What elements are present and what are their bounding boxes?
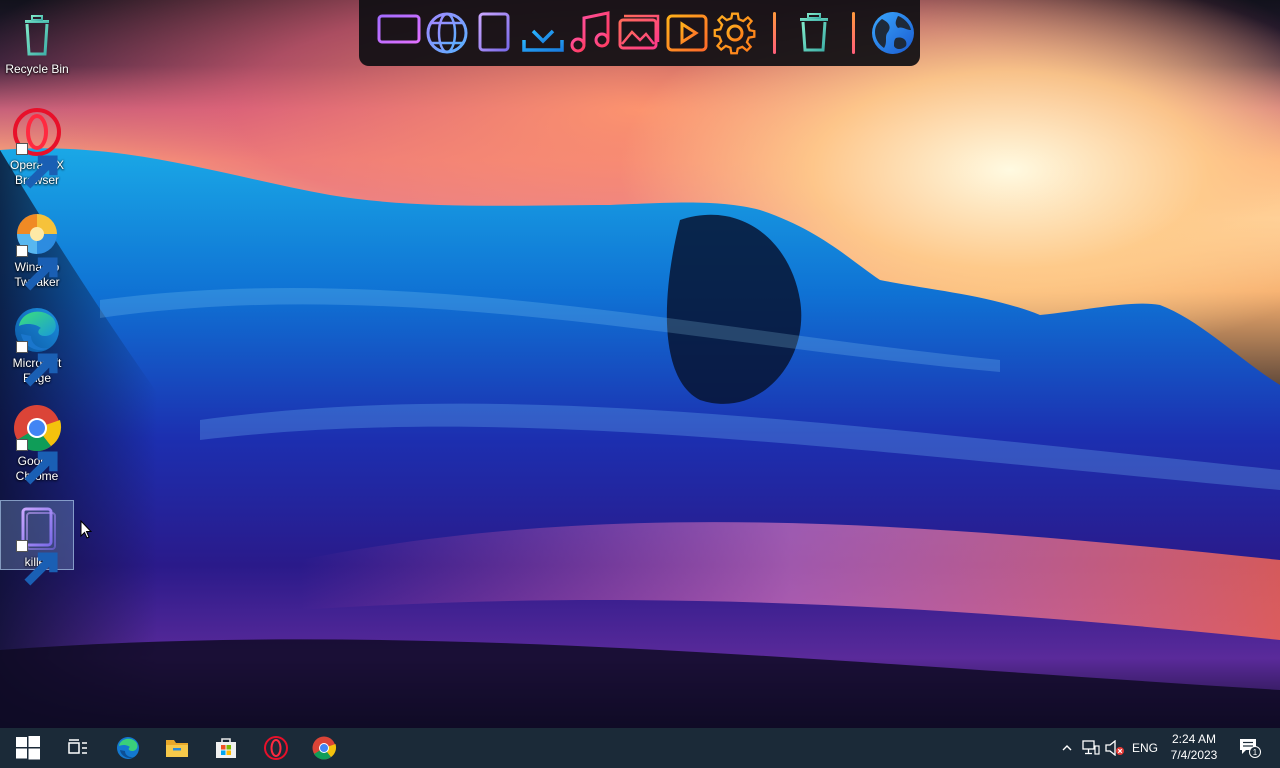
shortcut-arrow-icon [16,143,58,189]
wallpaper-wave [0,148,1280,728]
volume-button[interactable] [1104,728,1126,768]
recycle-bin-icon [11,10,63,62]
chrome-icon [312,736,337,760]
task-view-icon [68,739,87,754]
taskbar-opera[interactable] [252,728,300,768]
document-lines-icon [478,12,510,52]
task-view-button[interactable] [54,728,102,768]
clock-time: 2:24 AM [1171,732,1217,746]
gear-icon [713,12,756,55]
earth-icon [872,12,914,54]
input-language-indicator[interactable]: ENG [1128,728,1162,768]
taskbar: ENG 2:24 AM 7/4/2023 1 [0,728,1280,768]
dock-item-trash[interactable] [790,7,838,59]
opera-icon [264,736,288,760]
microsoft-store-icon [216,738,236,758]
taskbar-edge[interactable] [104,728,152,768]
shortcut-arrow-icon [16,341,58,387]
shortcut-arrow-icon [16,439,58,485]
desktop-icon-recycle-bin[interactable]: Recycle Bin [1,8,73,76]
desktop-icon-google-chrome[interactable]: Google Chrome [1,400,73,486]
desktop-icon-opera-gx[interactable]: Opera GX Browser [1,104,73,190]
network-button[interactable] [1080,728,1102,768]
clock[interactable]: 2:24 AM 7/4/2023 [1164,731,1224,763]
show-hidden-icons-button[interactable] [1058,728,1076,768]
dock-item-monitor[interactable] [375,7,423,59]
dock-item-globe[interactable] [423,7,471,59]
opera-gx-icon [11,106,63,189]
desktop-icon-killer[interactable]: killer [0,500,74,586]
taskbar-file-explorer[interactable] [153,728,201,768]
clock-date: 7/4/2023 [1170,748,1218,762]
mouse-cursor [80,520,92,539]
video-play-icon [666,14,708,52]
dock-item-earth[interactable] [869,7,917,59]
dock-separator [773,12,776,54]
dock-item-documents[interactable] [471,7,519,59]
start-button[interactable] [4,728,52,768]
volume-muted-icon [1105,740,1124,756]
network-icon [1082,740,1100,755]
chrome-icon [11,402,63,485]
dock-item-videos[interactable] [663,7,711,59]
monitor-icon [377,14,421,52]
download-icon [522,14,564,52]
action-center-button[interactable]: 1 [1230,728,1270,768]
globe-icon [426,12,468,54]
winaero-tweaker-icon [11,208,63,291]
desktop-icon-label: Recycle Bin [5,62,69,76]
dock-item-pictures[interactable] [615,7,663,59]
dock-separator [852,12,855,54]
windows-start-icon [16,736,40,760]
music-icon [570,11,610,53]
document-lines-icon [11,503,63,586]
dock-item-downloads[interactable] [519,7,567,59]
pictures-icon [618,14,660,50]
edge-icon [117,737,139,759]
desktop-icon-microsoft-edge[interactable]: Microsoft Edge [1,302,73,388]
dock-item-music[interactable] [567,7,615,59]
desktop[interactable]: Recycle Bin Opera GX Browser Winaero Twe… [0,0,1280,728]
file-explorer-icon [166,740,188,757]
dock-item-settings[interactable] [711,7,759,59]
shortcut-arrow-icon [16,540,58,586]
notification-count-badge: 1 [1253,748,1258,757]
trash-icon [800,13,828,52]
taskbar-chrome[interactable] [300,728,348,768]
chevron-up-icon [1062,745,1072,751]
desktop-icon-winaero-tweaker[interactable]: Winaero Tweaker [1,206,73,292]
shortcut-arrow-icon [16,245,58,291]
edge-icon [11,304,63,387]
top-dock [359,0,920,66]
notification-icon: 1 [1240,739,1261,758]
taskbar-microsoft-store[interactable] [202,728,250,768]
